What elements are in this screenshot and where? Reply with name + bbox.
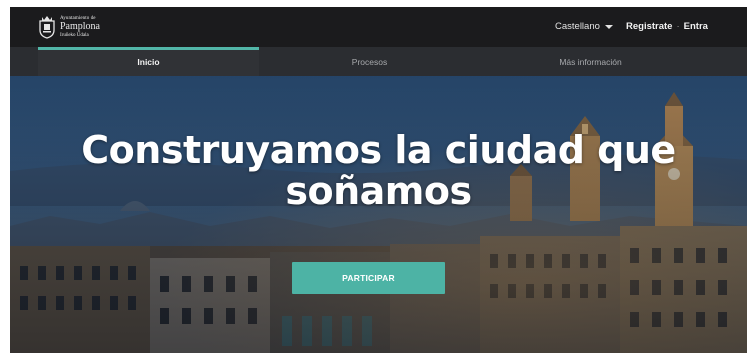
auth-separator: · bbox=[676, 21, 680, 32]
hero-title-line-2: soñamos bbox=[285, 169, 472, 213]
logo-line-3: Iruñeko Udala bbox=[60, 33, 89, 38]
top-header: Ayuntamiento de Pamplona Iruñeko Udala C… bbox=[10, 7, 747, 47]
tab-label: Procesos bbox=[351, 56, 388, 67]
language-label: Castellano bbox=[555, 21, 600, 32]
hero-section: Construyamos la ciudad que soñamos PARTI… bbox=[10, 76, 747, 353]
register-link[interactable]: Registrate bbox=[626, 21, 672, 32]
hero-title: Construyamos la ciudad que soñamos bbox=[10, 130, 747, 212]
logo-wordmark: Ayuntamiento de Pamplona Iruñeko Udala bbox=[60, 16, 100, 38]
tab-label: Inicio bbox=[137, 56, 160, 67]
tab-procesos[interactable]: Procesos bbox=[259, 47, 480, 76]
hero-title-line-1: Construyamos la ciudad que bbox=[81, 128, 676, 172]
logo-line-2: Pamplona bbox=[60, 21, 100, 32]
caret-down-icon bbox=[604, 24, 613, 29]
login-link[interactable]: Entra bbox=[684, 21, 708, 32]
browser-viewport: Ayuntamiento de Pamplona Iruñeko Udala C… bbox=[10, 7, 747, 353]
main-nav: Inicio Procesos Más información bbox=[10, 47, 747, 76]
auth-links: Registrate · Entra bbox=[626, 21, 708, 32]
site-logo[interactable]: Ayuntamiento de Pamplona Iruñeko Udala bbox=[38, 14, 100, 40]
participar-button[interactable]: PARTICIPAR bbox=[292, 262, 445, 294]
city-skyline-background bbox=[10, 76, 747, 353]
city-crest-icon bbox=[39, 16, 55, 39]
tab-mas-informacion[interactable]: Más información bbox=[480, 47, 701, 76]
tab-label: Más información bbox=[559, 56, 622, 67]
language-selector[interactable]: Castellano bbox=[555, 21, 613, 32]
tab-inicio[interactable]: Inicio bbox=[38, 47, 259, 76]
